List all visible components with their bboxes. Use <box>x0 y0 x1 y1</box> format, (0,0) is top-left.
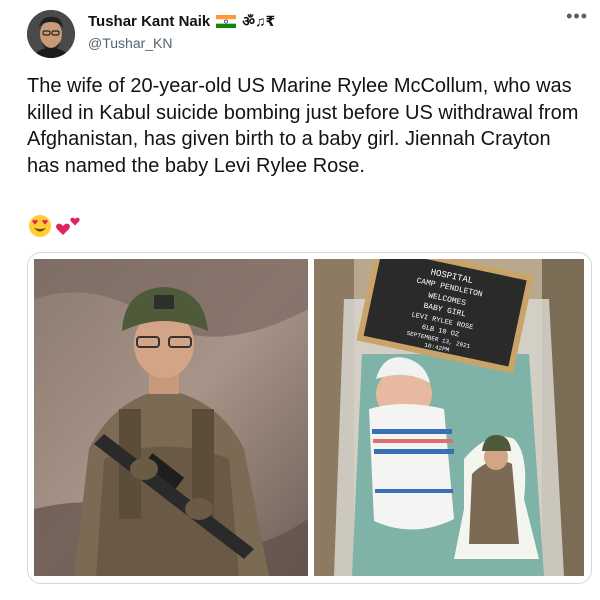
baby-photo-image: HOSPITAL CAMP PENDLETON WELCOMES BABY GI… <box>314 259 584 576</box>
photo-baby[interactable]: HOSPITAL CAMP PENDLETON WELCOMES BABY GI… <box>314 259 584 576</box>
media-card[interactable]: HOSPITAL CAMP PENDLETON WELCOMES BABY GI… <box>27 252 592 584</box>
marine-photo-image <box>34 259 308 576</box>
two-hearts-emoji-icon <box>56 217 80 235</box>
name-suffix: ॐ♫₹ <box>242 13 276 29</box>
tweet: Tushar Kant Naik ॐ♫₹ @Tushar_KN ••• The … <box>0 0 600 600</box>
handle[interactable]: @Tushar_KN <box>88 35 173 51</box>
india-flag-icon <box>216 15 237 28</box>
tweet-text: The wife of 20-year-old US Marine Rylee … <box>27 75 579 177</box>
avatar[interactable] <box>27 10 75 58</box>
more-horizontal-icon[interactable]: ••• <box>566 6 588 27</box>
display-name[interactable]: Tushar Kant Naik <box>88 13 210 30</box>
author-name-row[interactable]: Tushar Kant Naik ॐ♫₹ <box>88 12 275 31</box>
photo-marine[interactable] <box>34 259 308 576</box>
avatar-image <box>27 10 75 58</box>
emoji-row <box>28 214 84 238</box>
heart-eyes-emoji-icon <box>29 215 51 237</box>
